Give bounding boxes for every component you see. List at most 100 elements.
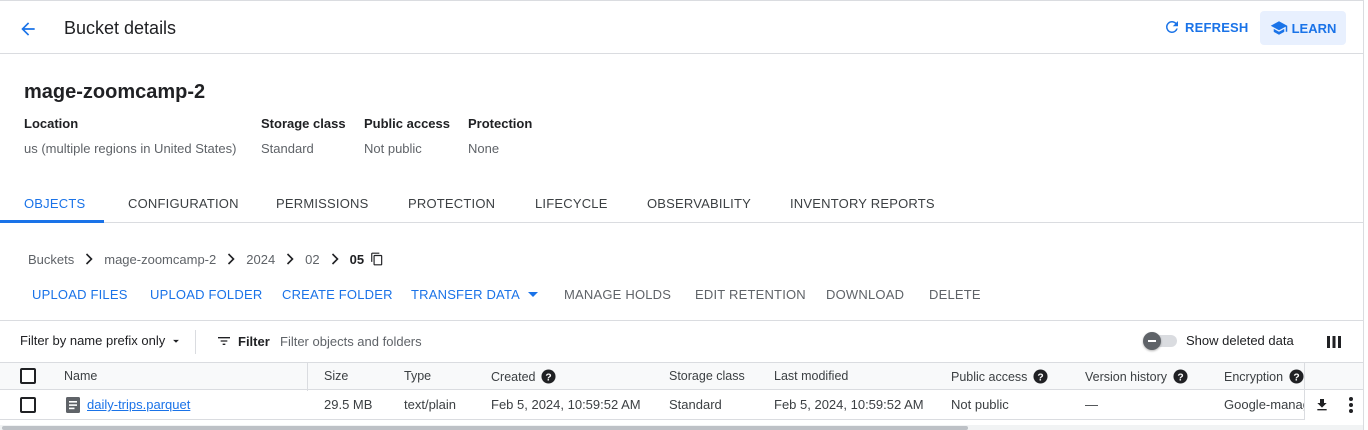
prefix-filter-select[interactable]: Filter by name prefix only — [20, 333, 183, 348]
column-header-name[interactable]: Name — [64, 369, 97, 383]
help-icon[interactable]: ? — [1033, 369, 1048, 384]
meta-protection: Protection None — [468, 116, 532, 156]
refresh-icon — [1165, 20, 1178, 33]
table-header: Name Size Type Created ? Storage class L… — [0, 362, 1363, 391]
create-folder-button[interactable]: CREATE FOLDER — [282, 287, 393, 302]
column-header-size[interactable]: Size — [324, 369, 348, 383]
delete-button[interactable]: DELETE — [929, 287, 981, 302]
copy-path-icon[interactable] — [370, 251, 384, 267]
meta-label: Protection — [468, 116, 533, 131]
help-icon[interactable]: ? — [541, 369, 557, 384]
cell-storage-class: Standard — [669, 397, 722, 412]
arrow-back-icon — [21, 22, 35, 36]
prefix-filter-label: Filter by name prefix only — [20, 333, 166, 348]
upload-files-button[interactable]: UPLOAD FILES — [32, 287, 128, 302]
column-header-last-modified[interactable]: Last modified — [774, 369, 848, 383]
chevron-right-icon — [84, 253, 94, 265]
download-button[interactable]: DOWNLOAD — [826, 287, 904, 302]
column-header-public-access[interactable]: Public access ? — [951, 369, 1048, 384]
upload-folder-button[interactable]: UPLOAD FOLDER — [150, 287, 262, 302]
svg-text:?: ? — [1177, 372, 1183, 383]
file-icon — [66, 397, 80, 416]
transfer-data-button[interactable]: TRANSFER DATA — [411, 287, 539, 302]
filter-label: Filter — [238, 333, 270, 349]
breadcrumb: Buckets mage-zoomcamp-2 2024 02 05 — [28, 251, 384, 267]
tab-protection[interactable]: PROTECTION — [408, 196, 495, 211]
chevron-right-icon — [285, 253, 295, 265]
meta-public-access: Public access Not public — [364, 116, 450, 156]
filter-button[interactable]: Filter — [216, 333, 270, 349]
download-object-button[interactable] — [1313, 396, 1331, 414]
svg-text:?: ? — [1038, 372, 1044, 383]
chevron-right-icon — [226, 253, 236, 265]
learn-button[interactable]: LEARN — [1260, 11, 1346, 45]
meta-location: Location us (multiple regions in United … — [24, 116, 236, 156]
show-deleted-toggle[interactable] — [1143, 332, 1177, 350]
select-all-checkbox[interactable] — [20, 368, 36, 384]
column-header-type[interactable]: Type — [404, 369, 431, 383]
column-header-created[interactable]: Created ? — [491, 369, 557, 384]
meta-value: None — [468, 141, 500, 156]
divider — [195, 330, 196, 354]
column-resize-handle[interactable] — [307, 363, 308, 391]
cell-version-history: — — [1085, 397, 1098, 412]
filter-list-icon — [218, 337, 230, 345]
more-vert-icon — [1349, 397, 1353, 413]
meta-value: Not public — [364, 141, 422, 156]
show-deleted-label: Show deleted data — [1186, 333, 1294, 348]
manage-holds-button[interactable]: MANAGE HOLDS — [564, 287, 671, 302]
transfer-data-label: TRANSFER DATA — [411, 287, 521, 302]
column-divider — [1304, 363, 1305, 391]
download-icon — [1317, 399, 1327, 411]
school-icon — [1270, 21, 1287, 35]
bucket-name: mage-zoomcamp-2 — [24, 81, 206, 103]
tab-bar: OBJECTS CONFIGURATION PERMISSIONS PROTEC… — [0, 185, 1363, 223]
breadcrumb-buckets[interactable]: Buckets — [28, 252, 74, 267]
toggle-knob — [1143, 332, 1161, 350]
more-actions-button[interactable] — [1343, 396, 1359, 414]
edit-retention-button[interactable]: EDIT RETENTION — [695, 287, 806, 302]
column-header-storage-class[interactable]: Storage class — [669, 369, 745, 383]
column-label: Name — [64, 369, 98, 383]
tab-inventory-reports[interactable]: INVENTORY REPORTS — [790, 196, 935, 211]
app-frame: Bucket details REFRESH LEARN mage-zoomca… — [0, 0, 1364, 430]
cell-type: text/plain — [404, 397, 457, 412]
meta-label: Public access — [364, 116, 450, 131]
svg-text:?: ? — [1293, 372, 1299, 383]
column-label: Created — [491, 369, 536, 384]
column-header-version-history[interactable]: Version history ? — [1085, 369, 1188, 384]
breadcrumb-folder-2024[interactable]: 2024 — [246, 252, 275, 267]
back-button[interactable] — [14, 15, 42, 43]
tab-configuration[interactable]: CONFIGURATION — [128, 196, 239, 211]
meta-value: Standard — [261, 141, 314, 156]
tab-permissions[interactable]: PERMISSIONS — [276, 196, 369, 211]
object-name-link[interactable]: daily-trips.parquet — [87, 397, 190, 412]
row-checkbox[interactable] — [20, 397, 36, 413]
page-title: Bucket details — [64, 18, 177, 38]
breadcrumb-bucket[interactable]: mage-zoomcamp-2 — [104, 252, 216, 267]
filter-input[interactable] — [272, 328, 672, 354]
tab-objects[interactable]: OBJECTS — [24, 196, 85, 211]
cell-size: 29.5 MB — [324, 397, 373, 412]
breadcrumb-folder-02[interactable]: 02 — [305, 252, 319, 267]
column-label: Storage class — [669, 369, 745, 383]
cell-last-modified: Feb 5, 2024, 10:59:52 AM — [774, 397, 924, 412]
help-icon[interactable]: ? — [1289, 369, 1304, 384]
help-icon[interactable]: ? — [1173, 369, 1188, 384]
meta-storage-class: Storage class Standard — [261, 116, 346, 156]
horizontal-scrollbar[interactable] — [0, 425, 1363, 430]
column-label: Public access — [951, 369, 1028, 384]
refresh-button[interactable]: REFRESH — [1163, 18, 1249, 36]
object-name: daily-trips.parquet — [87, 397, 191, 412]
column-display-options-button[interactable] — [1325, 333, 1343, 351]
column-header-encryption[interactable]: Encryption ? — [1224, 369, 1304, 384]
tab-observability[interactable]: OBSERVABILITY — [647, 196, 751, 211]
table-row: daily-trips.parquet 29.5 MB text/plain F… — [0, 390, 1363, 420]
scrollbar-thumb[interactable] — [2, 426, 968, 430]
column-label: Encryption — [1224, 369, 1284, 384]
dropdown-arrow-icon — [528, 291, 539, 297]
cell-public-access: Not public — [951, 397, 1009, 412]
active-tab-indicator — [0, 220, 104, 223]
tab-lifecycle[interactable]: LIFECYCLE — [535, 196, 608, 211]
row-actions — [1304, 390, 1363, 420]
